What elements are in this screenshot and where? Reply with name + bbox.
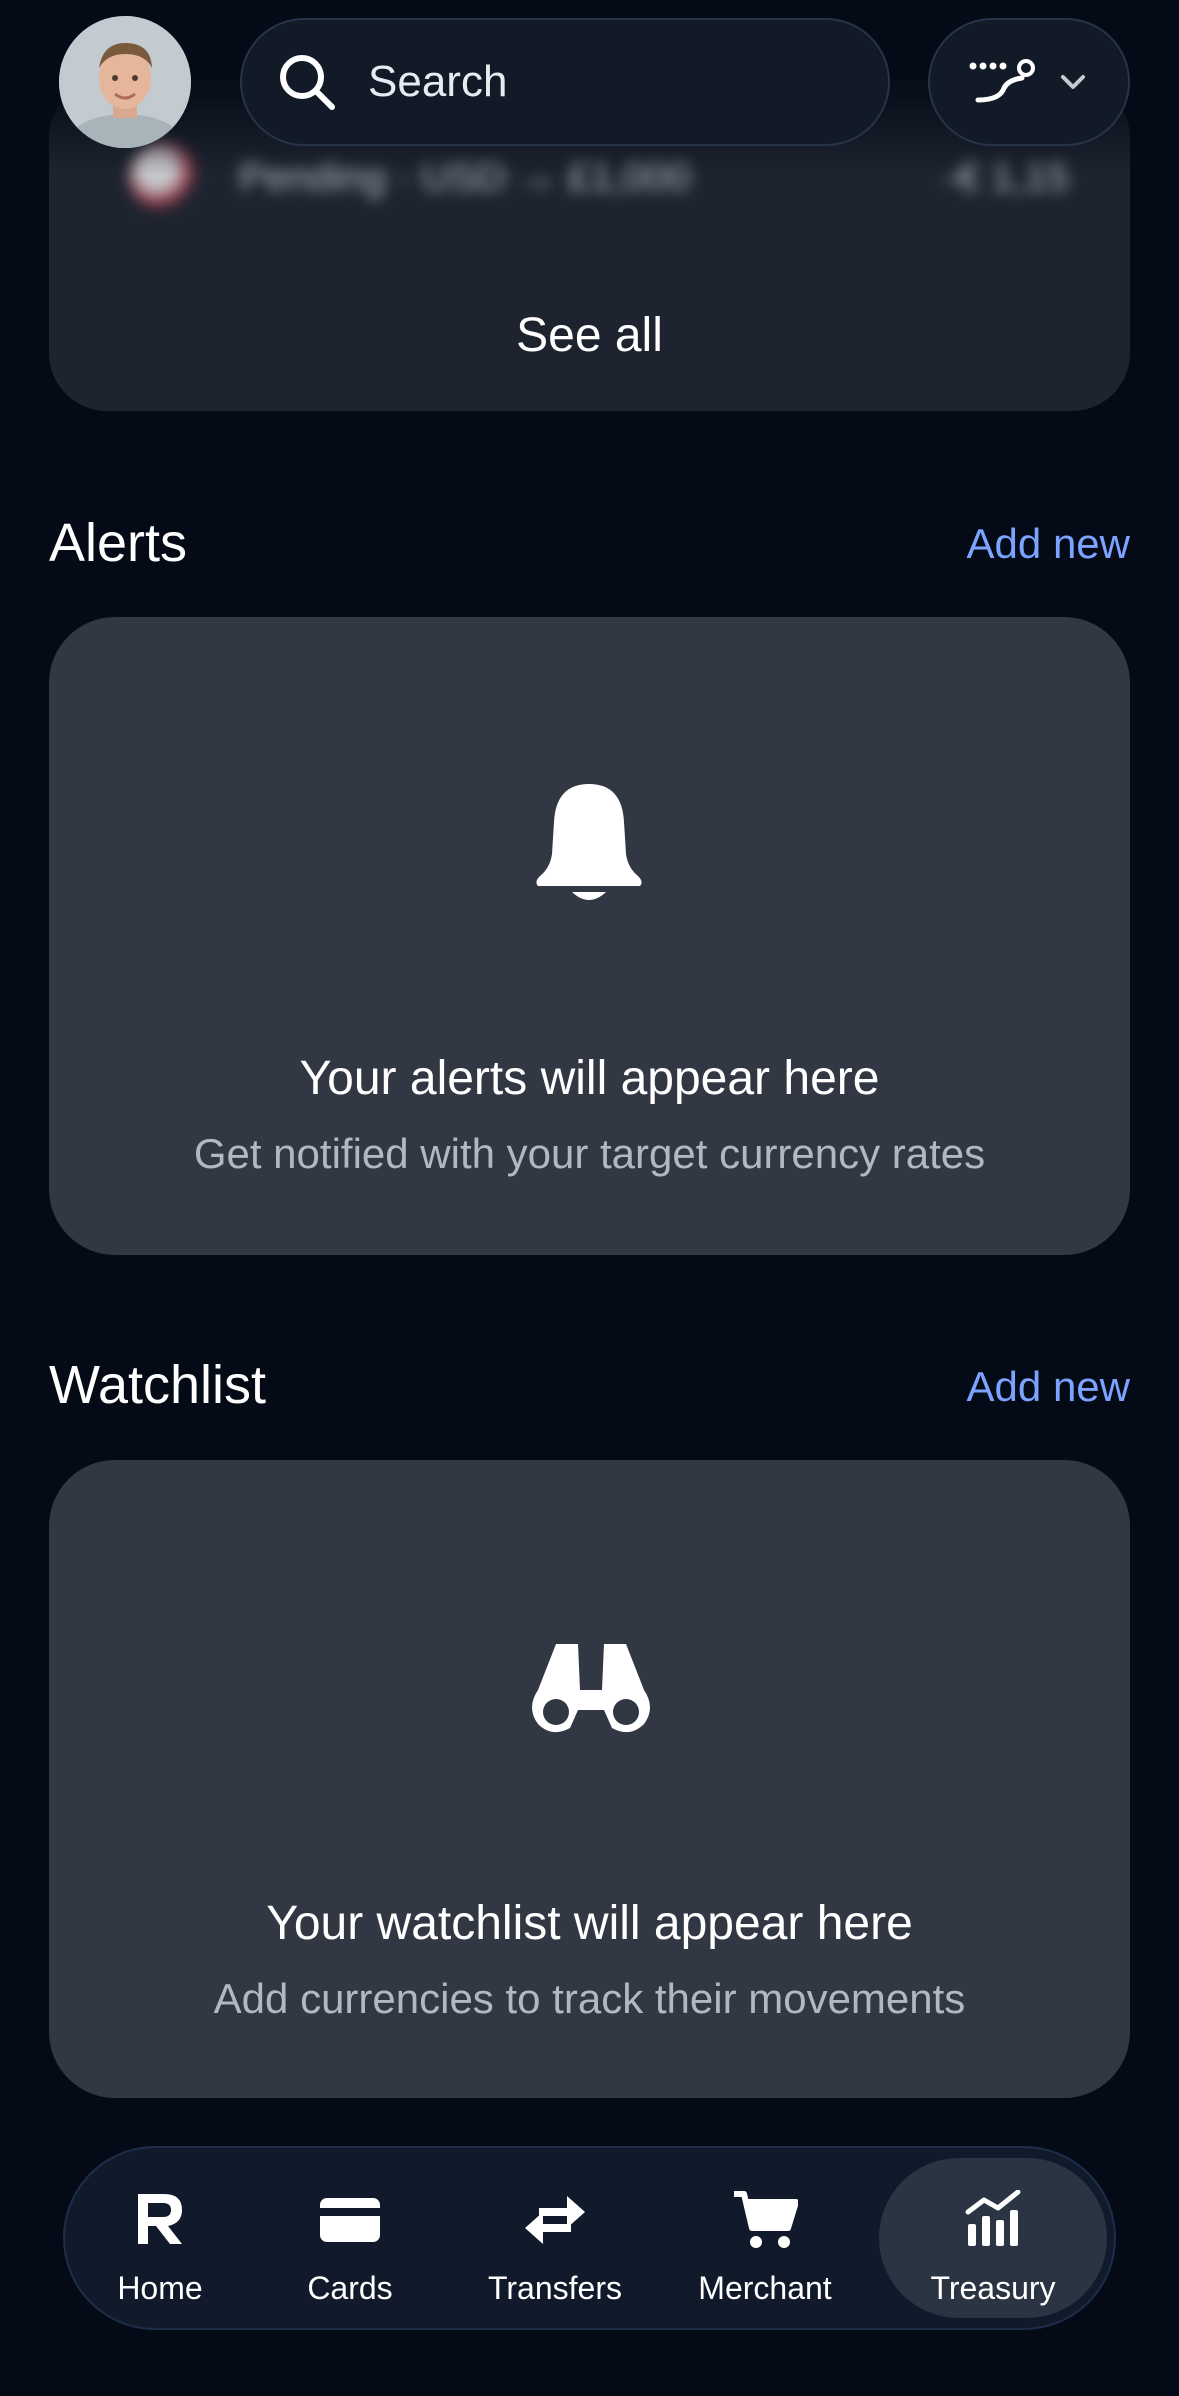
avatar[interactable] [59,16,191,148]
route-icon [969,59,1035,103]
alerts-empty-title: Your alerts will appear here [299,1052,880,1105]
nav-label-cards: Cards [307,2270,393,2306]
bell-icon [536,784,642,900]
cart-icon [734,2191,798,2248]
nav-item-cards[interactable]: Cards [275,2148,425,2328]
see-all-button[interactable]: See all [49,308,1130,363]
transfer-arrows-icon [525,2196,585,2244]
card-icon [320,2198,380,2242]
nav-item-transfers[interactable]: Transfers [465,2148,645,2328]
account-switcher-button[interactable] [928,18,1130,146]
watchlist-empty-subtitle: Add currencies to track their movements [213,1975,966,2022]
nav-item-treasury[interactable]: Treasury [903,2148,1083,2328]
nav-item-home[interactable]: Home [85,2148,235,2328]
revolut-r-icon [138,2194,182,2244]
search-icon [280,55,335,110]
avatar-photo [59,16,191,148]
nav-label-treasury: Treasury [930,2270,1056,2306]
watchlist-empty-title: Your watchlist will appear here [266,1897,913,1950]
watchlist-title: Watchlist [49,1355,267,1415]
binoculars-icon [532,1644,650,1733]
alerts-add-new-button[interactable]: Add new [880,520,1130,568]
search-bar[interactable] [240,18,890,146]
chevron-down-icon [1061,75,1085,89]
nav-item-merchant[interactable]: Merchant [675,2148,855,2328]
nav-label-merchant: Merchant [698,2270,832,2306]
watchlist-empty-card: Your watchlist will appear here Add curr… [49,1460,1130,2098]
search-input[interactable] [366,56,850,108]
nav-label-transfers: Transfers [488,2270,622,2306]
nav-label-home: Home [117,2270,203,2306]
alerts-title: Alerts [49,513,188,573]
alerts-empty-card: Your alerts will appear here Get notifie… [49,617,1130,1255]
chart-icon [965,2190,1021,2246]
watchlist-add-new-button[interactable]: Add new [880,1363,1130,1411]
bottom-navigation: Home Cards Transfers Merchant Treasury [63,2146,1116,2330]
alerts-empty-subtitle: Get notified with your target currency r… [193,1130,986,1177]
